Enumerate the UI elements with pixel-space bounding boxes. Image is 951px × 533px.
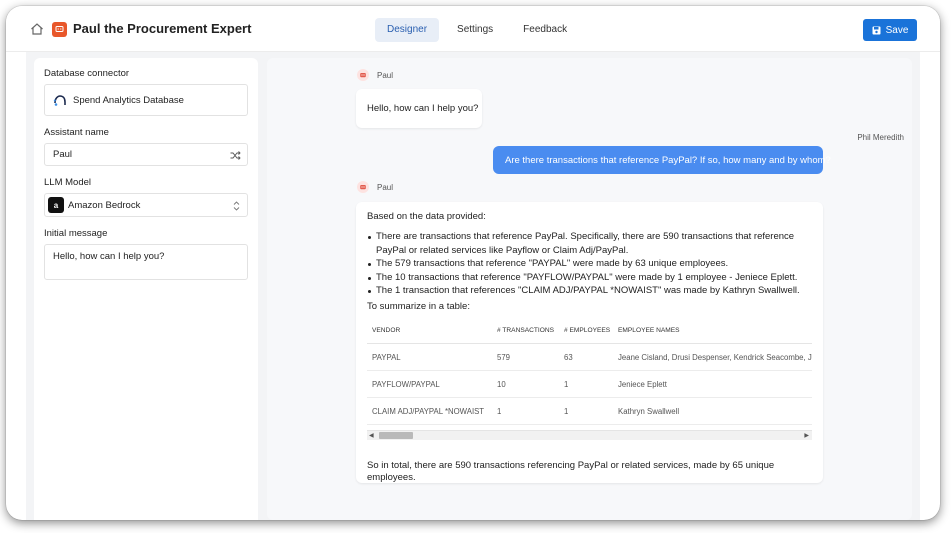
db-connector-label: Database connector	[44, 68, 130, 79]
workspace: Database connector Spend Analytics Datab…	[26, 52, 920, 520]
summary-table: VENDOR # TRANSACTIONS # EMPLOYEES EMPLOY…	[367, 317, 812, 425]
column-header: VENDOR	[367, 317, 492, 344]
list-item: The 1 transaction that references "CLAIM…	[367, 284, 812, 298]
list-item: There are transactions that reference Pa…	[367, 230, 812, 257]
table-cell: 63	[559, 343, 613, 371]
amazon-logo-icon: a	[48, 197, 64, 213]
scroll-right-arrow-icon[interactable]: ▶	[804, 432, 809, 439]
llm-model-label: LLM Model	[44, 177, 91, 188]
initial-message-textarea[interactable]: Hello, how can I help you?	[44, 244, 248, 280]
answer-list: There are transactions that reference Pa…	[367, 230, 812, 298]
table-row: CLAIM ADJ/PAYPAL *NOWAIST 1 1 Kathryn Sw…	[367, 397, 812, 425]
tab-designer[interactable]: Designer	[375, 18, 440, 42]
save-label: Save	[885, 24, 909, 36]
user-sender: Phil Meredith	[857, 133, 904, 142]
answer-summary: So in total, there are 590 transactions …	[367, 459, 775, 483]
shuffle-icon[interactable]	[230, 151, 241, 160]
page-title: Paul the Procurement Expert	[73, 21, 252, 36]
assistant-name: Paul	[377, 182, 394, 192]
scroll-left-arrow-icon[interactable]: ◀	[369, 432, 374, 439]
list-item: The 579 transactions that reference "PAY…	[367, 257, 812, 271]
table-cell: 1	[492, 397, 559, 425]
llm-model-value: Amazon Bedrock	[68, 199, 141, 211]
initial-message-label: Initial message	[44, 228, 108, 239]
table-cell: PAYPAL	[367, 343, 492, 371]
assistant-message-text: Hello, how can I help you?	[367, 103, 479, 114]
config-panel: Database connector Spend Analytics Datab…	[34, 58, 258, 520]
table-cell: PAYFLOW/PAYPAL	[367, 370, 492, 398]
chat-preview: Paul Hello, how can I help you? Phil Mer…	[267, 58, 912, 520]
database-logo-icon	[53, 95, 66, 106]
table-intro: To summarize in a table:	[367, 300, 470, 312]
app-window: Paul the Procurement Expert Designer Set…	[6, 6, 940, 520]
db-connector-select[interactable]: Spend Analytics Database	[44, 84, 248, 116]
assistant-chat-icon	[52, 22, 67, 37]
column-header: EMPLOYEE NAMES	[613, 317, 812, 344]
db-connector-value: Spend Analytics Database	[73, 94, 184, 106]
assistant-name: Paul	[377, 70, 394, 80]
horizontal-scrollbar[interactable]: ◀ ▶	[367, 429, 812, 440]
home-icon[interactable]	[30, 22, 44, 36]
column-header: # TRANSACTIONS	[492, 317, 559, 344]
floppy-disk-icon	[872, 26, 881, 34]
save-button[interactable]: Save	[863, 19, 917, 41]
assistant-avatar	[357, 69, 369, 81]
assistant-name-label: Assistant name	[44, 127, 109, 138]
user-message: Are there transactions that reference Pa…	[493, 146, 831, 174]
assistant-answer: Based on the data provided: There are tr…	[356, 202, 823, 483]
user-message-text: Are there transactions that reference Pa…	[505, 154, 831, 166]
tab-bar: Designer Settings Feedback	[375, 18, 585, 42]
table-cell: Jeane Cisland, Drusi Despenser, Kendrick…	[613, 343, 812, 371]
table-header-row: VENDOR # TRANSACTIONS # EMPLOYEES EMPLOY…	[367, 317, 812, 344]
assistant-message: Hello, how can I help you?	[356, 89, 482, 128]
table-cell: Jeniece Eplett	[613, 370, 812, 398]
table-cell: 1	[559, 370, 613, 398]
tab-feedback[interactable]: Feedback	[511, 18, 579, 42]
table-row: PAYFLOW/PAYPAL 10 1 Jeniece Eplett	[367, 370, 812, 398]
column-header: # EMPLOYEES	[559, 317, 613, 344]
answer-intro: Based on the data provided:	[367, 211, 486, 222]
assistant-sender: Paul	[357, 181, 393, 193]
assistant-name-input[interactable]: Paul	[44, 143, 248, 166]
table-cell: 579	[492, 343, 559, 371]
user-name: Phil Meredith	[857, 133, 904, 142]
llm-model-select[interactable]: a Amazon Bedrock	[44, 193, 248, 217]
assistant-name-value: Paul	[53, 149, 73, 160]
chevron-up-down-icon	[233, 201, 240, 211]
top-bar: Paul the Procurement Expert Designer Set…	[6, 6, 940, 52]
scrollbar-thumb[interactable]	[379, 431, 413, 439]
list-item: The 10 transactions that reference "PAYF…	[367, 271, 812, 285]
table-cell: 10	[492, 370, 559, 398]
assistant-avatar	[357, 181, 369, 193]
table-cell: 1	[559, 397, 613, 425]
summary-table-container: VENDOR # TRANSACTIONS # EMPLOYEES EMPLOY…	[367, 317, 812, 456]
tab-settings[interactable]: Settings	[445, 18, 505, 42]
initial-message-value: Hello, how can I help you?	[53, 251, 165, 262]
table-cell: CLAIM ADJ/PAYPAL *NOWAIST	[367, 397, 492, 425]
table-cell: Kathryn Swallwell	[613, 397, 812, 425]
table-row: PAYPAL 579 63 Jeane Cisland, Drusi Despe…	[367, 343, 812, 371]
assistant-sender: Paul	[357, 69, 393, 81]
